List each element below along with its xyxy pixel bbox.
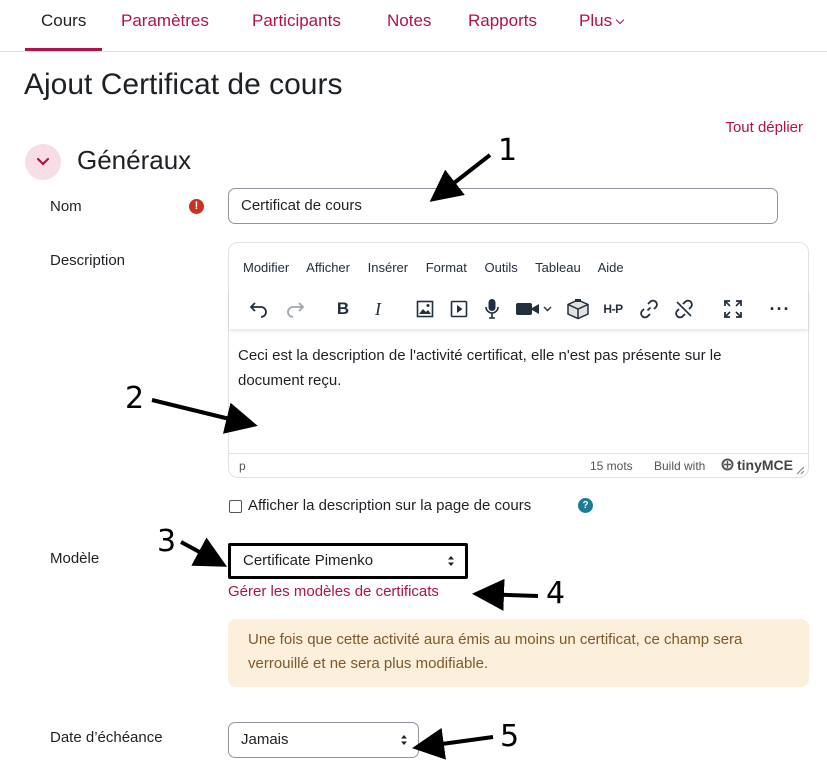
arrow-3 — [180, 537, 228, 567]
annotation-number-4: 4 — [546, 576, 566, 611]
arrow-1 — [429, 153, 492, 202]
arrow-4 — [472, 578, 539, 611]
annotation-number-5: 5 — [500, 719, 520, 754]
annotation-number-1: 1 — [498, 133, 518, 168]
arrow-5 — [412, 727, 494, 760]
arrow-2 — [151, 398, 258, 434]
annotation-number-2: 2 — [125, 381, 145, 416]
annotation-number-3: 3 — [157, 524, 177, 559]
